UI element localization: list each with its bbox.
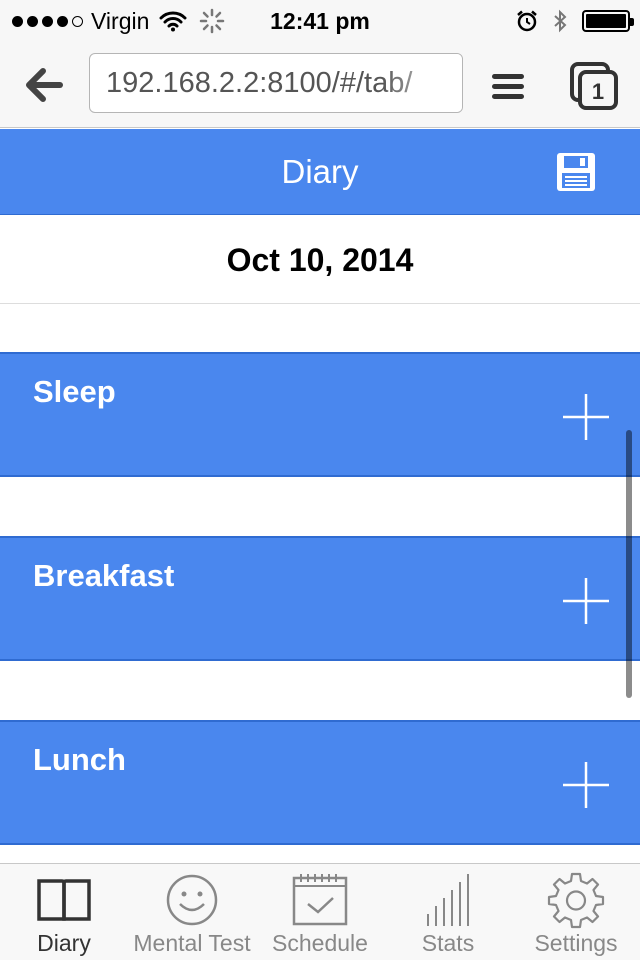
back-button[interactable] xyxy=(20,62,66,108)
tab-settings[interactable]: Settings xyxy=(512,864,640,960)
tab-diary[interactable]: Diary xyxy=(0,864,128,960)
floppy-disk-icon xyxy=(557,153,595,191)
date-row[interactable]: Oct 10, 2014 xyxy=(0,216,640,304)
tab-stats[interactable]: Stats xyxy=(384,864,512,960)
add-breakfast-button[interactable] xyxy=(561,576,611,626)
add-lunch-button[interactable] xyxy=(561,760,611,810)
app-screen: Virgin 12:41 pm 192.168.2.2:8100/#/tab/ … xyxy=(0,0,640,960)
tab-count: 1 xyxy=(592,79,604,104)
tab-schedule[interactable]: Schedule xyxy=(256,864,384,960)
meal-card-sleep[interactable]: Sleep xyxy=(0,352,640,477)
tab-label: Schedule xyxy=(272,930,368,956)
browser-toolbar: 192.168.2.2:8100/#/tab/ 1 xyxy=(0,40,640,128)
tab-bar: Diary Mental Test Schedule Stats Setting… xyxy=(0,863,640,960)
calendar-check-icon xyxy=(292,874,348,926)
add-sleep-button[interactable] xyxy=(561,392,611,442)
tab-label: Stats xyxy=(421,930,475,956)
status-right xyxy=(516,8,634,34)
save-button[interactable] xyxy=(554,150,598,194)
meal-title: Lunch xyxy=(33,742,126,777)
smiley-icon xyxy=(166,874,218,926)
battery-icon xyxy=(582,10,634,32)
plus-icon xyxy=(563,578,609,624)
page-title: Diary xyxy=(281,153,359,190)
tabs-icon: 1 xyxy=(570,62,618,110)
meal-card-lunch[interactable]: Lunch xyxy=(0,720,640,845)
plus-icon xyxy=(563,762,609,808)
tab-label: Settings xyxy=(534,930,618,956)
status-bar: Virgin 12:41 pm xyxy=(0,0,640,40)
alarm-icon xyxy=(517,10,537,32)
url-text: 192.168.2.2:8100/#/tab/ xyxy=(106,67,413,99)
meal-card-breakfast[interactable]: Breakfast xyxy=(0,536,640,661)
app-header: Diary xyxy=(0,129,640,215)
meal-title: Breakfast xyxy=(33,558,175,593)
plus-icon xyxy=(563,394,609,440)
url-field[interactable]: 192.168.2.2:8100/#/tab/ xyxy=(89,53,463,113)
browser-menu-button[interactable] xyxy=(488,66,528,106)
back-arrow-icon xyxy=(26,68,63,102)
tab-mental-test[interactable]: Mental Test xyxy=(128,864,256,960)
tabs-button[interactable]: 1 xyxy=(568,60,620,112)
tab-label: Mental Test xyxy=(133,930,251,956)
tab-label: Diary xyxy=(37,930,91,956)
meal-title: Sleep xyxy=(33,374,116,409)
bluetooth-icon xyxy=(554,9,567,33)
signal-bars-icon xyxy=(427,874,469,926)
gear-icon xyxy=(547,872,605,929)
book-icon xyxy=(37,879,91,921)
diary-date: Oct 10, 2014 xyxy=(226,242,414,278)
scrollbar[interactable] xyxy=(626,430,632,698)
